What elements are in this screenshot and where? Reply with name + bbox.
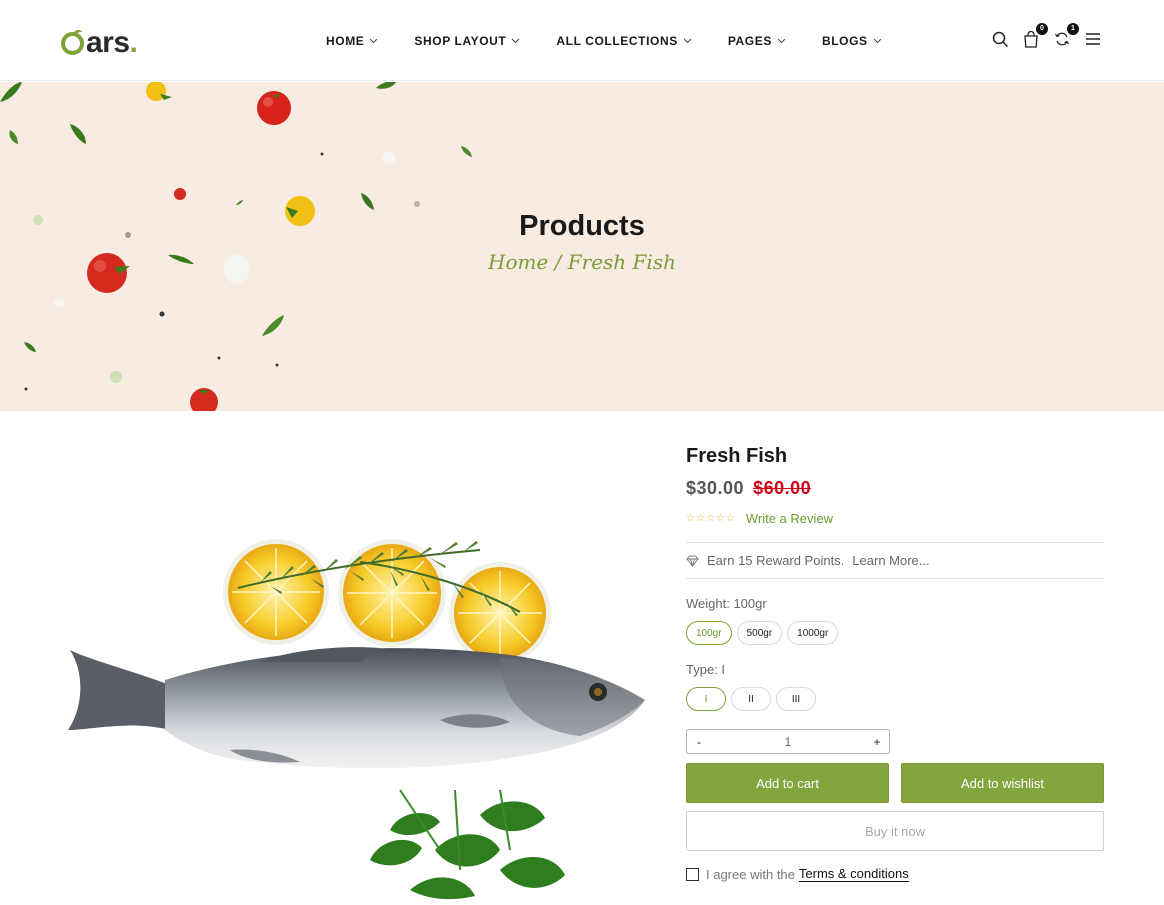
tomato-icon — [190, 388, 218, 411]
breadcrumb-separator: / — [548, 250, 568, 274]
compare-button[interactable]: 1 — [1051, 23, 1079, 50]
nav-shop-layout[interactable]: SHOP LAYOUT — [414, 34, 520, 48]
parsley-icon — [370, 801, 565, 900]
weight-option-500gr[interactable]: 500gr — [736, 621, 783, 645]
tomato-icon — [174, 188, 186, 200]
type-option-ii[interactable]: II — [731, 687, 771, 711]
reward-points: Earn 15 Reward Points. Learn More... — [686, 542, 1104, 579]
learn-more-link[interactable]: Learn More... — [852, 553, 929, 568]
breadcrumb: Home / Fresh Fish — [0, 250, 1164, 274]
lemon-slice-icon — [223, 539, 329, 645]
star-outline-icon: ☆ — [686, 513, 695, 524]
compare-price: $60.00 — [753, 478, 812, 498]
weight-label: Weight: 100gr — [686, 596, 767, 611]
chevron-down-icon — [777, 38, 786, 43]
terms-checkbox[interactable] — [686, 867, 699, 881]
search-icon — [992, 31, 1008, 47]
fish-icon — [68, 647, 645, 769]
nav-all-collections[interactable]: ALL COLLECTIONS — [556, 34, 692, 48]
terms-agreement: I agree with the Terms & conditions — [686, 866, 1104, 882]
page-title: Products — [519, 210, 645, 242]
star-outline-icon: ☆ — [705, 513, 715, 524]
star-outline-icon: ☆ — [715, 513, 725, 524]
write-review-link[interactable]: Write a Review — [746, 511, 833, 526]
breadcrumb-current: Fresh Fish — [567, 250, 676, 274]
product-title: Fresh Fish — [686, 445, 788, 467]
weight-option-1000gr[interactable]: 1000gr — [787, 621, 839, 645]
add-to-wishlist-button[interactable]: Add to wishlist — [901, 763, 1104, 803]
main-nav: HOME SHOP LAYOUT ALL COLLECTIONS PAGES B… — [326, 0, 918, 81]
chevron-down-icon — [683, 38, 692, 43]
vegetable-decoration — [0, 82, 472, 411]
qty-input[interactable]: 1 — [711, 735, 865, 749]
weight-option-100gr[interactable]: 100gr — [686, 621, 732, 645]
breadcrumb-home-link[interactable]: Home — [488, 250, 548, 274]
site-header: ars. HOME SHOP LAYOUT ALL COLLECTIONS PA… — [0, 0, 1164, 81]
chevron-down-icon — [873, 38, 881, 43]
logo-text: ars. — [86, 26, 138, 59]
nav-pages[interactable]: PAGES — [728, 34, 786, 48]
diamond-icon — [686, 555, 699, 567]
search-button[interactable] — [989, 28, 1011, 50]
chevron-down-icon — [370, 38, 378, 43]
review-row: ☆ ☆ ☆ ☆ ☆ Write a Review — [686, 511, 1104, 526]
product-details: Fresh Fish $30.00 $60.00 ☆ ☆ ☆ ☆ ☆ Write… — [686, 445, 1104, 882]
type-option-iii[interactable]: III — [776, 687, 816, 711]
rating-stars: ☆ ☆ ☆ ☆ ☆ — [686, 513, 736, 524]
fish-with-lemons-image — [68, 539, 645, 900]
star-outline-icon: ☆ — [725, 513, 735, 524]
star-outline-icon: ☆ — [695, 513, 705, 524]
add-to-cart-button[interactable]: Add to cart — [686, 763, 889, 803]
type-label: Type: I — [686, 662, 726, 677]
qty-decrease-button[interactable]: - — [687, 735, 711, 749]
compare-icon — [1054, 32, 1070, 46]
yellow-tomato-icon — [146, 82, 172, 101]
type-options: I II III — [686, 687, 1104, 711]
menu-button[interactable] — [1082, 28, 1104, 50]
reward-points-text: Earn 15 Reward Points. — [707, 553, 845, 568]
lemon-slice-icon — [449, 562, 551, 664]
nav-home[interactable]: HOME — [326, 34, 378, 48]
chevron-down-icon — [512, 38, 520, 43]
product-price: $30.00 — [686, 478, 745, 498]
buy-now-button[interactable]: Buy it now — [686, 811, 1104, 851]
qty-increase-button[interactable]: + — [865, 735, 889, 749]
cart-count-badge: 0 — [1036, 23, 1048, 35]
cart-button[interactable]: 0 — [1020, 23, 1048, 50]
product-image[interactable] — [60, 430, 670, 900]
quantity-stepper: - 1 + — [686, 729, 890, 754]
weight-options: 100gr 500gr 1000gr — [686, 621, 1104, 645]
nav-blogs[interactable]: BLOGS — [822, 34, 882, 48]
header-actions: 0 1 — [980, 23, 1104, 50]
page-banner: Products Home / Fresh Fish — [0, 82, 1164, 411]
agree-text: I agree with the — [706, 866, 795, 882]
menu-icon — [1086, 33, 1100, 45]
terms-link[interactable]: Terms & conditions — [798, 866, 909, 882]
compare-count-badge: 1 — [1067, 23, 1079, 35]
type-option-i[interactable]: I — [686, 687, 726, 711]
tomato-icon — [257, 91, 291, 125]
logo-leaf-icon — [61, 30, 84, 55]
logo[interactable]: ars. — [60, 22, 138, 59]
action-buttons: Add to cart Add to wishlist — [686, 763, 1104, 803]
price-row: $30.00 $60.00 — [686, 478, 1104, 499]
